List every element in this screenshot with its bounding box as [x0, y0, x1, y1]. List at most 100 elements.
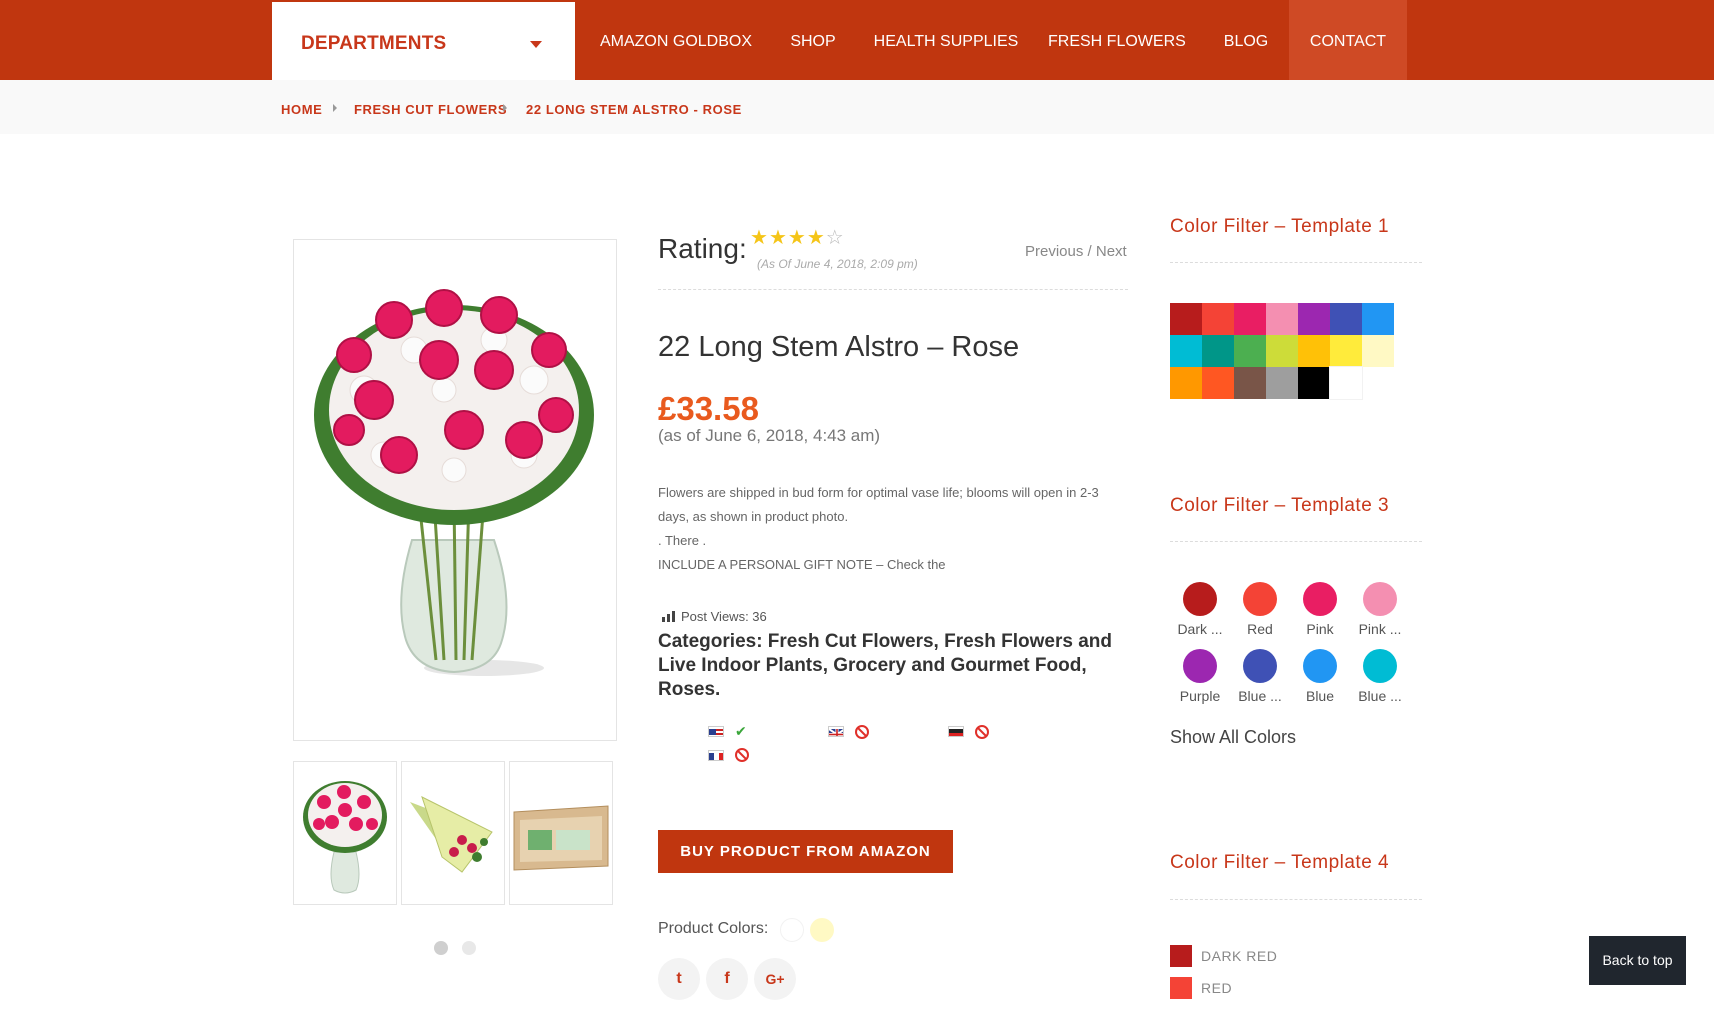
- color-swatch[interactable]: [1298, 335, 1330, 367]
- previous-next-links[interactable]: Previous / Next: [1025, 243, 1127, 260]
- categories: Categories: Fresh Cut Flowers, Fresh Flo…: [658, 631, 1112, 700]
- uk-flag-icon: [828, 726, 844, 737]
- nav-contact[interactable]: CONTACT: [1289, 0, 1407, 80]
- carousel-dot-1[interactable]: [434, 941, 448, 955]
- product-price: £33.58: [658, 390, 759, 427]
- color-circle-swatch[interactable]: [1243, 649, 1277, 683]
- color-swatch[interactable]: [1330, 303, 1362, 335]
- rating-date: (As Of June 4, 2018, 2:09 pm): [757, 257, 918, 271]
- fr-flag-icon: [708, 750, 724, 761]
- back-to-top-button[interactable]: Back to top: [1589, 936, 1686, 985]
- chevron-right-icon: [333, 104, 337, 112]
- color-swatch[interactable]: [1329, 366, 1363, 400]
- color-circle-swatch[interactable]: [1183, 649, 1217, 683]
- color-filter-template-4-title: Color Filter – Template 4: [1170, 852, 1390, 873]
- product-title: 22 Long Stem Alstro – Rose: [658, 331, 1020, 363]
- divider: [658, 289, 1128, 290]
- color-swatch[interactable]: [1266, 367, 1298, 399]
- color-circle-swatch[interactable]: [1183, 582, 1217, 616]
- breadcrumb: HOME FRESH CUT FLOWERS 22 LONG STEM ALST…: [0, 80, 1714, 134]
- nav-blog[interactable]: BLOG: [1213, 0, 1279, 80]
- thumbnail-1[interactable]: [293, 761, 397, 905]
- flower-bouquet-image: [314, 289, 594, 676]
- color-swatch[interactable]: [1202, 367, 1234, 399]
- facebook-icon[interactable]: f: [706, 958, 748, 1000]
- color-circle-swatch[interactable]: [1363, 582, 1397, 616]
- departments-dropdown[interactable]: DEPARTMENTS: [272, 2, 575, 80]
- color-swatch[interactable]: [1266, 335, 1298, 367]
- color-circle-label: Purple: [1179, 688, 1221, 704]
- carousel-dot-2[interactable]: [462, 941, 476, 955]
- nav-fresh-flowers[interactable]: FRESH FLOWERS: [1048, 0, 1186, 80]
- color-circle-label: Blue ...: [1238, 688, 1282, 704]
- color-swatch[interactable]: [1202, 335, 1234, 367]
- thumbnail-2[interactable]: [401, 761, 505, 905]
- color-swatch[interactable]: [1330, 335, 1362, 367]
- color-swatch[interactable]: [1170, 335, 1202, 367]
- nav-health-supplies[interactable]: HEALTH SUPPLIES: [870, 0, 1022, 80]
- color-swatch[interactable]: [1298, 303, 1330, 335]
- description-line: INCLUDE A PERSONAL GIFT NOTE – Check the: [658, 557, 946, 572]
- divider: [1170, 262, 1422, 263]
- breadcrumb-fresh-cut-flowers[interactable]: FRESH CUT FLOWERS: [354, 102, 507, 117]
- color-circle-swatch[interactable]: [1303, 582, 1337, 616]
- color-filter-template-1-title: Color Filter – Template 1: [1170, 216, 1390, 237]
- color-swatch[interactable]: [1362, 335, 1394, 367]
- color-swatch[interactable]: [1202, 303, 1234, 335]
- color-circle-swatch[interactable]: [1363, 649, 1397, 683]
- color-list-label[interactable]: DARK RED: [1201, 948, 1277, 964]
- color-swatch[interactable]: [1298, 367, 1330, 399]
- star-icon: ★: [806, 227, 826, 249]
- unavailable-icon: [975, 725, 989, 739]
- de-flag-icon: [948, 726, 964, 737]
- unavailable-icon: [855, 725, 869, 739]
- color-circle-label: Pink ...: [1358, 621, 1402, 637]
- color-circle-label: Blue ...: [1358, 688, 1402, 704]
- color-circle-swatch[interactable]: [1303, 649, 1337, 683]
- color-circle-label: Blue: [1305, 688, 1335, 704]
- price-date: (as of June 6, 2018, 4:43 am): [658, 426, 881, 445]
- chevron-down-icon: [530, 41, 542, 48]
- color-circle-label: Dark ...: [1177, 621, 1223, 637]
- check-icon: ✔: [735, 723, 747, 739]
- star-outline-icon: ☆: [825, 227, 845, 249]
- color-swatch[interactable]: [1362, 303, 1394, 335]
- twitter-icon[interactable]: t: [658, 958, 700, 1000]
- color-circle-label: Pink: [1306, 621, 1334, 637]
- shipping-box-thumbnail-image: [513, 805, 609, 871]
- product-color-swatch[interactable]: [780, 918, 804, 942]
- color-swatch[interactable]: [1266, 303, 1298, 335]
- nav-shop[interactable]: SHOP: [778, 0, 848, 80]
- color-swatch[interactable]: [1170, 367, 1202, 399]
- buy-product-button[interactable]: BUY PRODUCT FROM AMAZON: [658, 830, 953, 873]
- color-list-swatch[interactable]: [1170, 977, 1192, 999]
- description-line: days, as shown in product photo.: [658, 509, 849, 524]
- color-filter-template-3-title: Color Filter – Template 3: [1170, 495, 1390, 516]
- divider: [1170, 899, 1422, 900]
- top-navigation-bar: DEPARTMENTS AMAZON GOLDBOX SHOP HEALTH S…: [0, 0, 1714, 80]
- color-swatch[interactable]: [1234, 303, 1266, 335]
- divider: [1170, 541, 1422, 542]
- post-views: Post Views: 36: [662, 609, 767, 624]
- product-main-image[interactable]: [293, 239, 617, 741]
- color-list-label[interactable]: RED: [1201, 980, 1232, 996]
- thumbnail-3[interactable]: [509, 761, 613, 905]
- color-list-swatch[interactable]: [1170, 945, 1192, 967]
- color-circle-label: Red: [1247, 621, 1273, 637]
- chevron-right-icon: [503, 104, 507, 112]
- wrapped-bouquet-thumbnail-image: [410, 796, 493, 873]
- color-circle-swatch[interactable]: [1243, 582, 1277, 616]
- nav-amazon-goldbox[interactable]: AMAZON GOLDBOX: [596, 0, 756, 80]
- description-line: Flowers are shipped in bud form for opti…: [658, 485, 1099, 500]
- show-all-colors-link[interactable]: Show All Colors: [1170, 727, 1296, 748]
- star-icon: ★: [768, 227, 788, 249]
- star-icon: ★: [750, 227, 769, 249]
- google-plus-icon[interactable]: G+: [754, 958, 796, 1000]
- breadcrumb-home[interactable]: HOME: [281, 102, 322, 117]
- star-icon: ★: [787, 227, 807, 249]
- color-swatch[interactable]: [1170, 303, 1202, 335]
- description-line: . There .: [658, 533, 707, 548]
- color-swatch[interactable]: [1234, 335, 1266, 367]
- product-color-swatch[interactable]: [810, 918, 834, 942]
- color-swatch[interactable]: [1234, 367, 1266, 399]
